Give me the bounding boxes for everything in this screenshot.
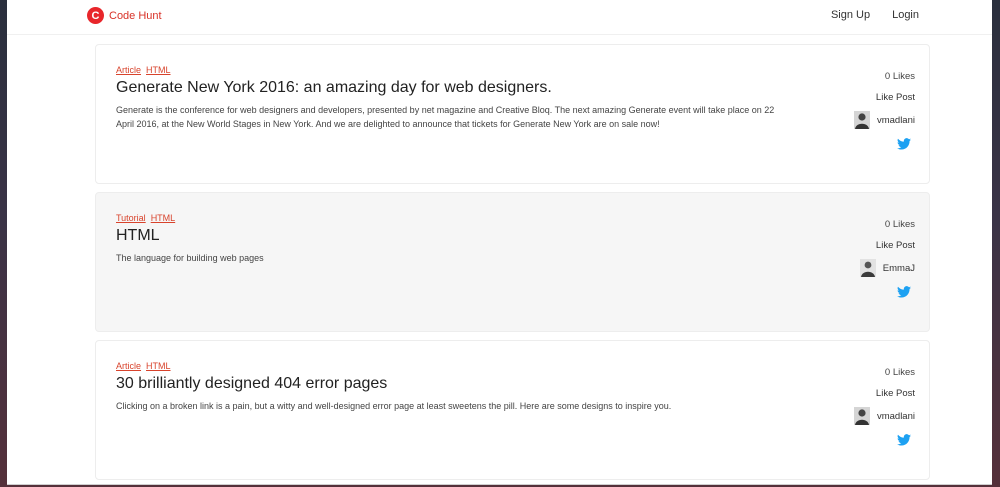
twitter-share[interactable]	[825, 434, 915, 446]
tag-link[interactable]: Article	[116, 65, 141, 75]
post-description: The language for building web pages	[116, 253, 264, 263]
avatar[interactable]	[853, 111, 870, 129]
post-card: Tutorial HTML HTML The language for buil…	[95, 192, 930, 332]
author-name[interactable]: vmadlani	[877, 115, 915, 126]
author[interactable]: vmadlani	[825, 407, 915, 425]
post-title[interactable]: 30 brilliantly designed 404 error pages	[116, 374, 776, 394]
twitter-share[interactable]	[825, 286, 915, 298]
like-post-button[interactable]: Like Post	[825, 240, 915, 252]
tag-link[interactable]: Article	[116, 361, 141, 371]
twitter-icon[interactable]	[897, 138, 911, 150]
post-card: Article HTML 30 brilliantly designed 404…	[95, 340, 930, 480]
author-name[interactable]: vmadlani	[877, 411, 915, 422]
brand[interactable]: C Code Hunt	[87, 7, 162, 24]
tag-link[interactable]: Tutorial	[116, 213, 146, 223]
likes-count: 0 Likes	[884, 367, 915, 378]
like-post-button[interactable]: Like Post	[825, 388, 915, 400]
post-description: Clicking on a broken link is a pain, but…	[116, 401, 672, 411]
likes-count: 0 Likes	[884, 219, 915, 230]
post-tags: Tutorial HTML	[116, 213, 776, 223]
post-card: Article HTML Generate New York 2016: an …	[95, 44, 930, 184]
signup-link[interactable]: Sign Up	[831, 9, 870, 21]
code-hunt-logo-icon[interactable]: C	[87, 7, 104, 24]
top-navbar: C Code Hunt Sign Up Login	[7, 0, 992, 35]
author[interactable]: EmmaJ	[825, 259, 915, 277]
post-tags: Article HTML	[116, 361, 776, 371]
author[interactable]: vmadlani	[825, 111, 915, 129]
post-sidebar: 0 Likes Like Post vmadlani	[825, 367, 915, 446]
post-body: Article HTML Generate New York 2016: an …	[116, 65, 776, 131]
browser-window: C Code Hunt Sign Up Login Article HTML G…	[7, 0, 992, 485]
post-description: Generate is the conference for web desig…	[116, 105, 775, 129]
post-body: Tutorial HTML HTML The language for buil…	[116, 213, 776, 265]
post-tags: Article HTML	[116, 65, 776, 75]
tag-link[interactable]: HTML	[146, 361, 171, 371]
avatar[interactable]	[859, 259, 876, 277]
twitter-share[interactable]	[825, 138, 915, 150]
nav-links: Sign Up Login	[831, 9, 919, 21]
author-name[interactable]: EmmaJ	[883, 263, 915, 274]
post-sidebar: 0 Likes Like Post vmadlani	[825, 71, 915, 150]
post-body: Article HTML 30 brilliantly designed 404…	[116, 361, 776, 413]
brand-name[interactable]: Code Hunt	[109, 10, 162, 22]
tag-link[interactable]: HTML	[151, 213, 176, 223]
post-title[interactable]: Generate New York 2016: an amazing day f…	[116, 78, 776, 98]
likes-count: 0 Likes	[884, 71, 915, 82]
post-title[interactable]: HTML	[116, 226, 776, 246]
tag-link[interactable]: HTML	[146, 65, 171, 75]
login-link[interactable]: Login	[892, 9, 919, 21]
avatar[interactable]	[853, 407, 870, 425]
twitter-icon[interactable]	[897, 286, 911, 298]
post-sidebar: 0 Likes Like Post EmmaJ	[825, 219, 915, 298]
twitter-icon[interactable]	[897, 434, 911, 446]
like-post-button[interactable]: Like Post	[825, 92, 915, 104]
